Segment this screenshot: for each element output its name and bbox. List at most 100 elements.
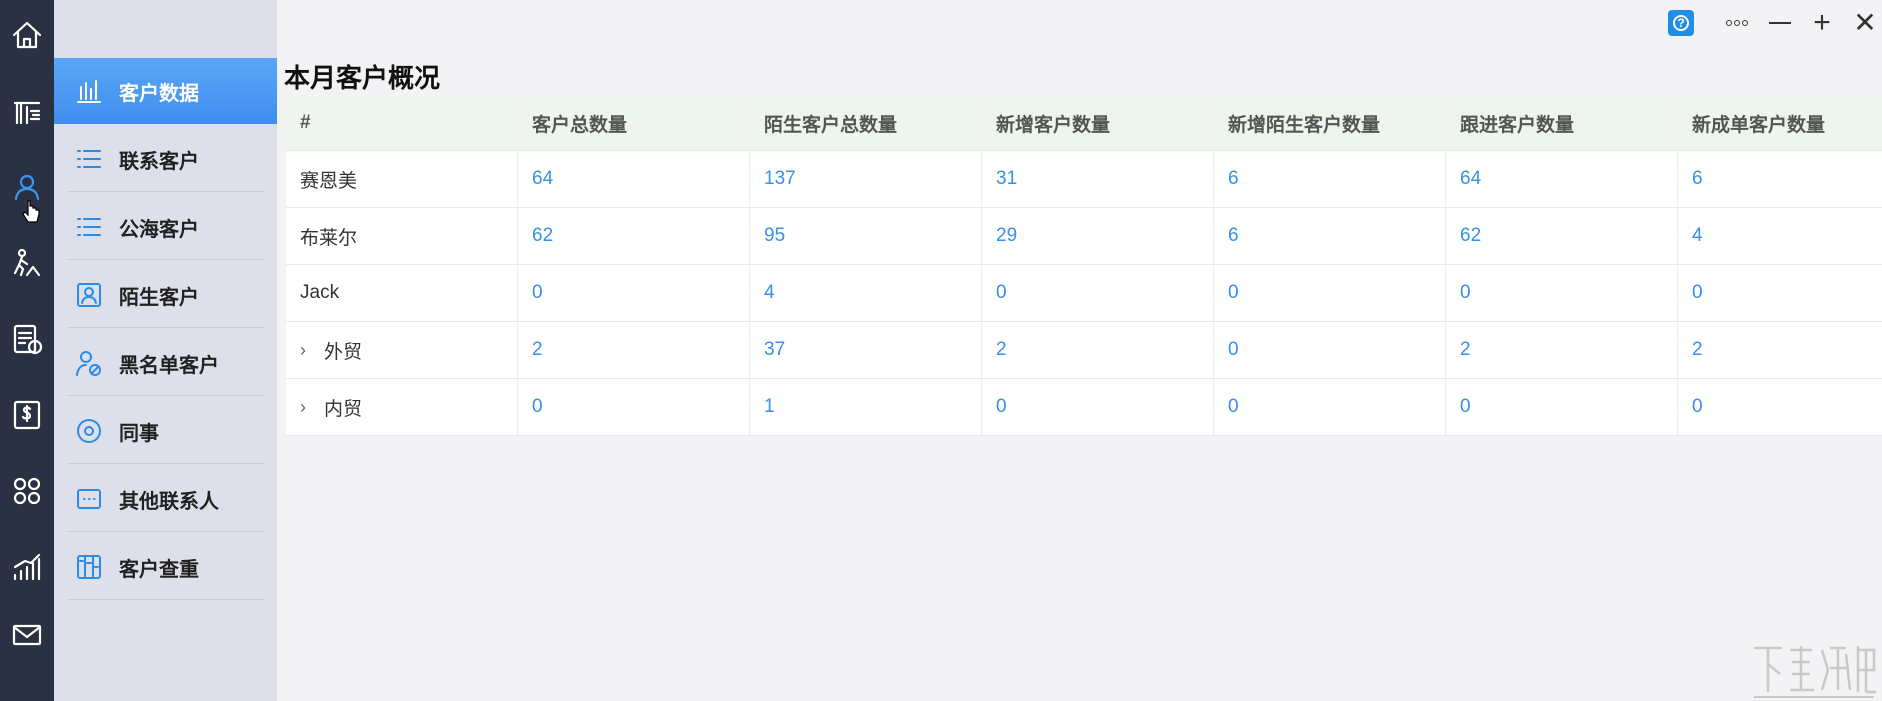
column-header[interactable]: 新增客户数量 <box>982 96 1214 150</box>
sidebar-item-blacklist-customers[interactable]: 黑名单客户 <box>54 330 277 396</box>
customer-sidebar: 客户数据 联系客户 公海客户 陌生客户 黑名单客户 同事 其他联系人 客户查重 <box>54 0 277 701</box>
sidebar-item-label: 陌生客户 <box>119 286 199 309</box>
org-icon[interactable] <box>0 86 54 136</box>
row-name: 外贸 <box>324 341 363 363</box>
sidebar-item-other-contacts[interactable]: 其他联系人 <box>54 466 277 532</box>
table-cell-link[interactable]: 95 <box>750 208 982 264</box>
bar-chart-icon <box>74 76 104 106</box>
table-cell-link[interactable]: 6 <box>1678 151 1882 207</box>
minimize-icon <box>1769 22 1791 24</box>
row-name: 布莱尔 <box>286 208 518 264</box>
table-cell-link[interactable]: 6 <box>1214 208 1446 264</box>
app-rail <box>0 0 54 701</box>
divider <box>68 599 265 600</box>
table-cell-link[interactable]: 0 <box>518 379 750 435</box>
table-cell-link[interactable]: 0 <box>1214 379 1446 435</box>
table-cell-link[interactable]: 64 <box>518 151 750 207</box>
table-header-row: # 客户总数量 陌生客户总数量 新增客户数量 新增陌生客户数量 跟进客户数量 新… <box>286 96 1882 151</box>
dot-icon <box>1726 20 1732 26</box>
mouse-pointer-icon <box>22 200 40 223</box>
table-cell-link[interactable]: 0 <box>518 265 750 321</box>
maximize-button[interactable]: + <box>1808 8 1836 38</box>
table-cell-link[interactable]: 4 <box>750 265 982 321</box>
sidebar-item-customer-data[interactable]: 客户数据 <box>54 58 277 124</box>
divider <box>68 327 265 328</box>
group-name-cell[interactable]: › 内贸 <box>286 379 518 435</box>
sidebar-item-label: 黑名单客户 <box>119 354 219 377</box>
sidebar-item-label: 其他联系人 <box>119 490 219 513</box>
row-name: Jack <box>286 265 518 321</box>
finance-icon[interactable] <box>0 390 54 440</box>
sidebar-item-label: 客户查重 <box>119 558 199 581</box>
table-cell-link[interactable]: 64 <box>1446 151 1678 207</box>
apps-icon[interactable] <box>0 466 54 516</box>
column-header[interactable]: # <box>286 96 518 150</box>
row-name: 内贸 <box>324 398 363 420</box>
divider <box>68 463 265 464</box>
group-name-cell[interactable]: › 外贸 <box>286 322 518 378</box>
target-icon <box>74 416 104 446</box>
table-cell-link[interactable]: 0 <box>1446 379 1678 435</box>
help-button[interactable]: ? <box>1668 10 1694 36</box>
table-cell-link[interactable]: 31 <box>982 151 1214 207</box>
watermark-logo-icon <box>1754 646 1876 698</box>
followup-icon[interactable] <box>0 238 54 288</box>
table-cell-link[interactable]: 0 <box>1678 379 1882 435</box>
table-cell-link[interactable]: 0 <box>1214 265 1446 321</box>
column-header[interactable]: 跟进客户数量 <box>1446 96 1678 150</box>
help-icon: ? <box>1673 15 1689 31</box>
table-row-group: › 内贸 0 1 0 0 0 0 <box>286 379 1882 436</box>
column-header[interactable]: 新成单客户数量 <box>1678 96 1882 150</box>
table-cell-link[interactable]: 0 <box>982 265 1214 321</box>
user-blocked-icon <box>74 348 104 378</box>
list-icon <box>74 144 104 174</box>
close-icon: ✕ <box>1853 7 1877 38</box>
divider <box>68 191 265 192</box>
table-cell-link[interactable]: 0 <box>1214 322 1446 378</box>
table-cell-link[interactable]: 29 <box>982 208 1214 264</box>
more-options-button[interactable] <box>1722 10 1752 36</box>
customer-summary-table: # 客户总数量 陌生客户总数量 新增客户数量 新增陌生客户数量 跟进客户数量 新… <box>286 96 1882 436</box>
close-button[interactable]: ✕ <box>1852 7 1878 38</box>
stats-icon[interactable] <box>0 542 54 592</box>
table-cell-link[interactable]: 1 <box>750 379 982 435</box>
divider <box>68 259 265 260</box>
sidebar-item-label: 联系客户 <box>119 150 199 173</box>
sidebar-item-contact-customers[interactable]: 联系客户 <box>54 126 277 192</box>
minimize-button[interactable] <box>1766 10 1794 36</box>
column-header[interactable]: 陌生客户总数量 <box>750 96 982 150</box>
sidebar-item-duplicate-check[interactable]: 客户查重 <box>54 534 277 600</box>
chevron-right-icon[interactable]: › <box>300 397 320 418</box>
table-cell-link[interactable]: 137 <box>750 151 982 207</box>
columns-icon <box>74 552 104 582</box>
sidebar-item-label: 客户数据 <box>119 82 199 105</box>
sidebar-item-public-customers[interactable]: 公海客户 <box>54 194 277 260</box>
row-name: 赛恩美 <box>286 151 518 207</box>
table-cell-link[interactable]: 0 <box>1678 265 1882 321</box>
sidebar-item-stranger-customers[interactable]: 陌生客户 <box>54 262 277 328</box>
invoice-icon[interactable] <box>0 314 54 364</box>
table-cell-link[interactable]: 37 <box>750 322 982 378</box>
table-cell-link[interactable]: 62 <box>518 208 750 264</box>
sidebar-item-label: 同事 <box>119 422 159 445</box>
table-cell-link[interactable]: 6 <box>1214 151 1446 207</box>
table-row-group: › 外贸 2 37 2 0 2 2 <box>286 322 1882 379</box>
table-cell-link[interactable]: 0 <box>1446 265 1678 321</box>
table-cell-link[interactable]: 62 <box>1446 208 1678 264</box>
mail-icon[interactable] <box>0 610 54 660</box>
list-icon <box>74 212 104 242</box>
sidebar-item-colleagues[interactable]: 同事 <box>54 398 277 464</box>
chevron-right-icon[interactable]: › <box>300 340 320 361</box>
table-row: Jack 0 4 0 0 0 0 <box>286 265 1882 322</box>
table-cell-link[interactable]: 0 <box>982 379 1214 435</box>
sidebar-item-label: 公海客户 <box>119 218 199 241</box>
column-header[interactable]: 新增陌生客户数量 <box>1214 96 1446 150</box>
table-cell-link[interactable]: 2 <box>518 322 750 378</box>
table-cell-link[interactable]: 4 <box>1678 208 1882 264</box>
table-cell-link[interactable]: 2 <box>982 322 1214 378</box>
home-icon[interactable] <box>0 10 54 60</box>
table-cell-link[interactable]: 2 <box>1678 322 1882 378</box>
table-cell-link[interactable]: 2 <box>1446 322 1678 378</box>
contact-card-icon <box>74 280 104 310</box>
column-header[interactable]: 客户总数量 <box>518 96 750 150</box>
